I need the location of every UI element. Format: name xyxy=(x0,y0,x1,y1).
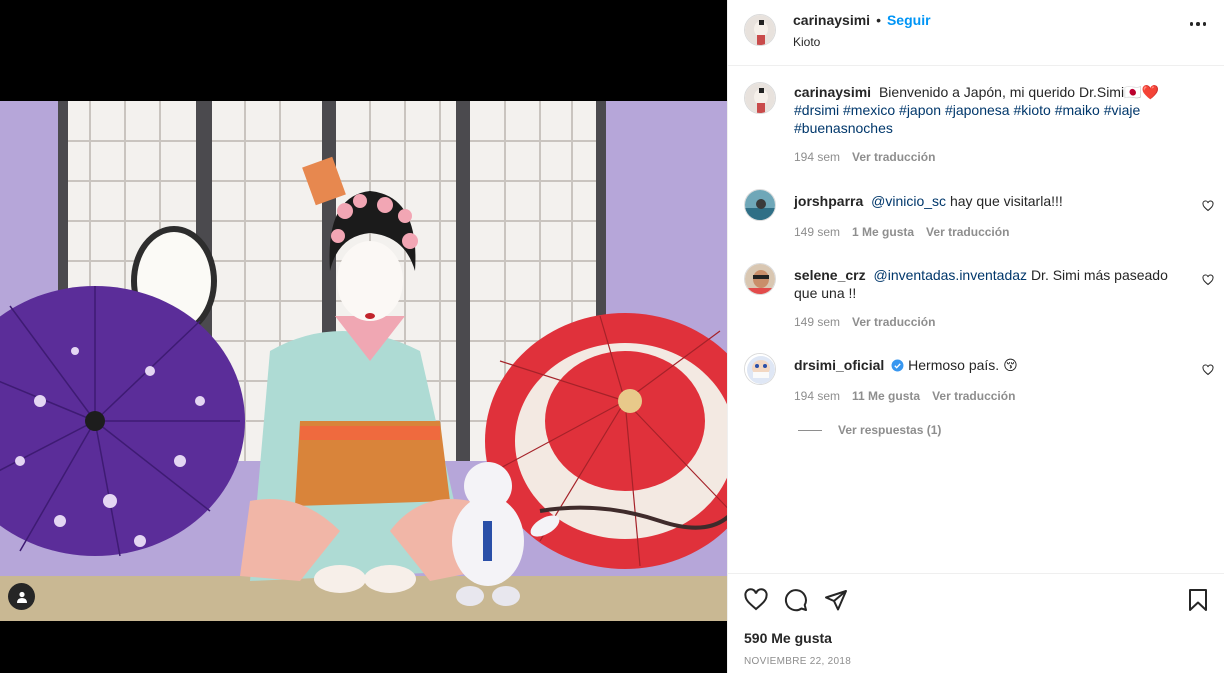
author-avatar[interactable] xyxy=(744,14,776,46)
comment-translate-link[interactable]: Ver traducción xyxy=(932,389,1015,403)
post-side-panel: carinaysimi • Seguir Kioto carinaysimi B… xyxy=(727,0,1224,673)
comment-translate-link[interactable]: Ver traducción xyxy=(926,225,1009,239)
follow-button[interactable]: Seguir xyxy=(887,12,931,28)
post-date[interactable]: NOVIEMBRE 22, 2018 xyxy=(744,656,851,667)
bookmark-icon[interactable] xyxy=(1188,588,1208,612)
caption-hashtags[interactable]: #drsimi #mexico #japon #japonesa #kioto … xyxy=(794,102,1140,136)
verified-badge-icon xyxy=(891,359,904,372)
comment-age[interactable]: 194 sem xyxy=(794,389,840,403)
comment-icon[interactable] xyxy=(784,588,808,612)
like-comment-heart-icon[interactable] xyxy=(1202,364,1214,376)
author-username[interactable]: carinaysimi xyxy=(793,12,870,28)
comment-age[interactable]: 149 sem xyxy=(794,225,840,239)
more-options-icon[interactable] xyxy=(1189,22,1206,26)
action-bar xyxy=(744,588,1208,614)
comment-text: Hermoso país. 😚 xyxy=(908,357,1018,373)
instagram-post: carinaysimi • Seguir Kioto carinaysimi B… xyxy=(0,0,1224,673)
commenter-avatar[interactable] xyxy=(744,353,776,385)
caption: carinaysimi Bienvenido a Japón, mi queri… xyxy=(744,82,1214,164)
post-location[interactable]: Kioto xyxy=(793,35,931,49)
heart-icon[interactable] xyxy=(744,588,768,612)
comment-username[interactable]: jorshparra xyxy=(794,193,863,209)
separator-dot: • xyxy=(876,12,881,28)
comment-mention[interactable]: @vinicio_sc xyxy=(871,193,946,209)
post-photo[interactable] xyxy=(0,101,727,621)
caption-avatar[interactable] xyxy=(744,82,776,114)
comment-username[interactable]: selene_crz xyxy=(794,267,866,283)
caption-translate-link[interactable]: Ver traducción xyxy=(852,150,935,164)
comment-age[interactable]: 149 sem xyxy=(794,315,840,329)
user-tag-button[interactable] xyxy=(8,583,35,610)
comment-translate-link[interactable]: Ver traducción xyxy=(852,315,935,329)
comment-text: hay que visitarla!!! xyxy=(949,193,1063,209)
post-media xyxy=(0,0,727,673)
user-tag-icon xyxy=(16,591,27,603)
geisha-photo-illustration xyxy=(0,101,727,621)
caption-username[interactable]: carinaysimi xyxy=(794,84,871,100)
commenter-avatar[interactable] xyxy=(744,263,776,295)
caption-age[interactable]: 194 sem xyxy=(794,150,840,164)
comment-item: selene_crz @inventadas.inventadaz Dr. Si… xyxy=(744,263,1214,333)
comment-item: jorshparra @vinicio_sc hay que visitarla… xyxy=(744,189,1214,249)
replies-line-divider xyxy=(798,429,822,431)
like-comment-heart-icon[interactable] xyxy=(1202,200,1214,212)
post-footer: 590 Me gusta NOVIEMBRE 22, 2018 xyxy=(728,573,1224,673)
comment-likes[interactable]: 1 Me gusta xyxy=(852,225,914,239)
commenter-avatar[interactable] xyxy=(744,189,776,221)
likes-count[interactable]: 590 Me gusta xyxy=(744,630,832,646)
like-comment-heart-icon[interactable] xyxy=(1202,274,1214,286)
share-icon[interactable] xyxy=(824,588,848,612)
comment-mention[interactable]: @inventadas.inventadaz xyxy=(874,267,1028,283)
comment-likes[interactable]: 11 Me gusta xyxy=(852,389,920,403)
view-replies-label: Ver respuestas (1) xyxy=(838,423,942,437)
view-replies-button[interactable]: Ver respuestas (1) xyxy=(798,423,941,437)
comment-username[interactable]: drsimi_oficial xyxy=(794,357,884,373)
caption-text: Bienvenido a Japón, mi querido Dr.Simi🇯🇵… xyxy=(878,84,1159,100)
comment-item: drsimi_oficial Hermoso país. 😚 194 sem 1… xyxy=(744,353,1214,413)
post-header: carinaysimi • Seguir Kioto xyxy=(728,0,1224,66)
